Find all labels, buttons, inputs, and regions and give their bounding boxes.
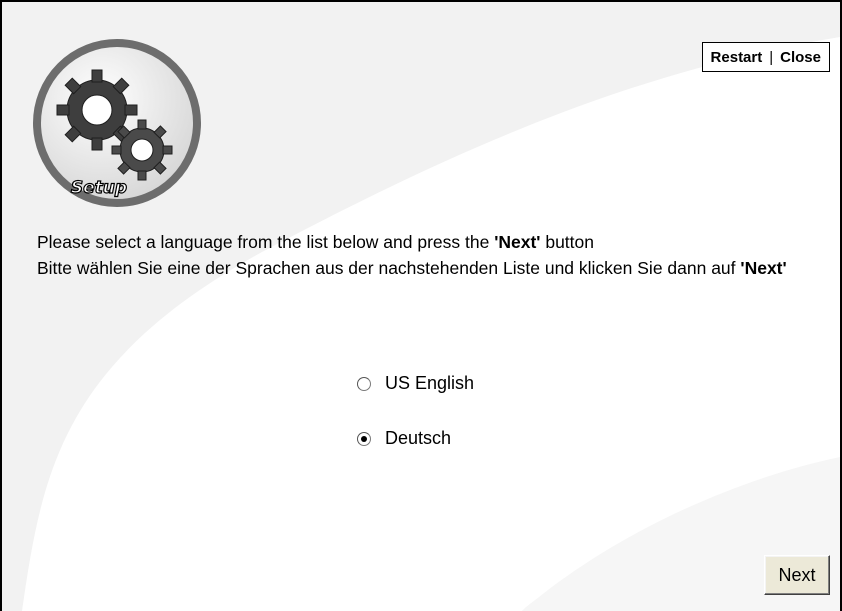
language-option-us-english[interactable]: US English	[357, 373, 474, 394]
restart-link[interactable]: Restart	[711, 49, 763, 66]
instructions-german: Bitte wählen Sie eine der Sprachen aus d…	[37, 255, 797, 281]
next-button[interactable]: Next	[764, 555, 830, 595]
language-label-us-english[interactable]: US English	[385, 373, 474, 394]
close-link[interactable]: Close	[780, 49, 821, 66]
instructions-english: Please select a language from the list b…	[37, 229, 837, 255]
instructions-en-suffix: button	[540, 232, 595, 252]
logo-label: Setup	[71, 178, 127, 198]
radio-us-english[interactable]	[357, 376, 371, 391]
instructions-text: Please select a language from the list b…	[37, 229, 837, 281]
setup-window: Setup Restart | Close Please select a la…	[0, 0, 842, 611]
language-option-deutsch[interactable]: Deutsch	[357, 428, 451, 449]
instructions-de-next: 'Next'	[740, 258, 787, 278]
instructions-en-next: 'Next'	[494, 232, 541, 252]
link-separator: |	[769, 48, 774, 66]
instructions-en-prefix: Please select a language from the list b…	[37, 232, 495, 252]
instructions-de-prefix: Bitte wählen Sie eine der Sprachen aus d…	[37, 258, 741, 278]
language-label-deutsch[interactable]: Deutsch	[385, 428, 451, 449]
top-links-bar: Restart | Close	[701, 42, 830, 72]
setup-gears-icon: Setup	[33, 39, 201, 207]
radio-deutsch[interactable]	[357, 431, 371, 446]
